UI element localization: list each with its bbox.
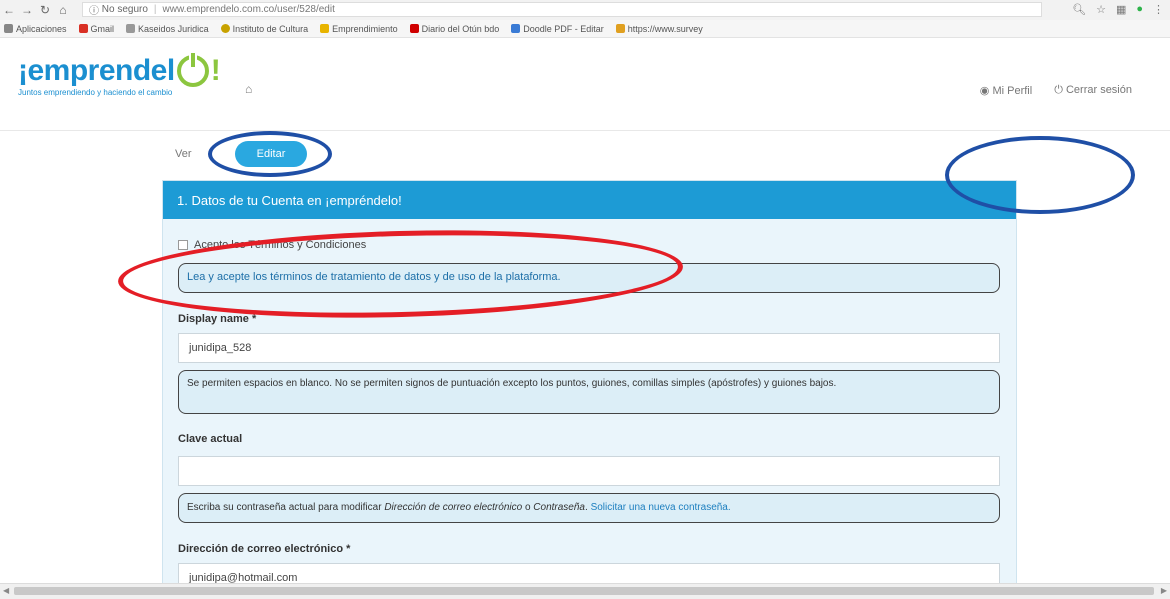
bookmark-gmail[interactable]: Gmail: [78, 24, 114, 34]
bookmark-instituto[interactable]: Instituto de Cultura: [220, 24, 308, 34]
folder-icon: [320, 24, 330, 33]
account-panel: 1. Datos de tu Cuenta en ¡empréndelo! Ac…: [162, 180, 1017, 598]
scroll-left-icon[interactable]: ◀: [3, 586, 9, 595]
current-password-label: Clave actual: [178, 433, 243, 445]
scroll-right-icon[interactable]: ▶: [1161, 586, 1167, 595]
forward-icon[interactable]: →: [18, 3, 36, 17]
bookmark-diario[interactable]: Diario del Otún bdo: [409, 24, 499, 34]
extension-dot-icon[interactable]: ●: [1136, 3, 1143, 16]
logo-tagline: Juntos emprendiendo y haciendo el cambio: [18, 88, 173, 97]
site-icon: [511, 24, 521, 33]
terms-row: Acepto los Términos y Condiciones: [178, 239, 1000, 251]
email-label: Dirección de correo electrónico *: [178, 543, 351, 555]
browser-toolbar: ← → ↻ ⌂ ⓘ No seguro | www.emprendelo.com…: [0, 0, 1170, 21]
current-password-help: Escriba su contraseña actual para modifi…: [178, 493, 1000, 523]
url-text: www.emprendelo.com.co/user/528/edit: [162, 4, 335, 15]
bookmark-survey[interactable]: https://www.survey: [615, 24, 703, 34]
terms-label[interactable]: Acepto los Términos y Condiciones: [194, 239, 366, 251]
star-icon[interactable]: ☆: [1096, 3, 1106, 16]
extension-icon[interactable]: ▦: [1116, 3, 1126, 16]
home-nav-icon[interactable]: ⌂: [54, 3, 72, 17]
power-icon: [176, 51, 209, 87]
site-icon: [409, 24, 419, 33]
home-icon[interactable]: ⌂: [245, 82, 252, 96]
display-name-input[interactable]: junidipa_528: [178, 333, 1000, 363]
scrollbar-thumb[interactable]: [14, 587, 1154, 595]
display-name-label: Display name *: [178, 313, 257, 325]
display-name-help: Se permiten espacios en blanco. No se pe…: [178, 370, 1000, 414]
current-password-input[interactable]: [178, 456, 1000, 486]
tab-ver[interactable]: Ver: [175, 148, 192, 160]
bookmarks-bar: Aplicaciones Gmail Kaseidos Juridica Ins…: [0, 20, 1170, 38]
bookmark-emprendimiento[interactable]: Emprendimiento: [320, 24, 398, 34]
menu-icon[interactable]: ⋮: [1153, 3, 1164, 16]
bookmark-doodle[interactable]: Doodle PDF - Editar: [511, 24, 604, 34]
browser-actions: 🔍︎ ☆ ▦ ● ⋮: [1072, 3, 1164, 16]
user-icon: ◉: [979, 85, 990, 97]
apps-icon: [4, 24, 13, 33]
reload-icon[interactable]: ↻: [36, 3, 54, 17]
horizontal-scrollbar[interactable]: ◀ ▶: [0, 583, 1170, 599]
site-header: ¡emprendel! Juntos emprendiendo y hacien…: [0, 38, 1170, 131]
request-password-link[interactable]: Solicitar una nueva contraseña.: [591, 502, 731, 513]
profile-link[interactable]: ◉ Mi Perfil: [980, 84, 1032, 97]
bookmark-kaseidos[interactable]: Kaseidos Juridica: [126, 24, 209, 34]
logo-text: ¡emprendel: [18, 54, 175, 87]
panel-title: 1. Datos de tu Cuenta en ¡empréndelo!: [163, 181, 1016, 219]
logout-link[interactable]: ⏻ Cerrar sesión: [1054, 84, 1132, 97]
logo-suffix: !: [210, 54, 221, 87]
site-logo[interactable]: ¡emprendel! Juntos emprendiendo y hacien…: [18, 51, 221, 97]
gmail-icon: [78, 24, 88, 33]
address-bar[interactable]: ⓘ No seguro | www.emprendelo.com.co/user…: [82, 2, 1042, 17]
security-label: No seguro: [101, 4, 148, 15]
site-icon: [220, 24, 230, 33]
url-separator: |: [153, 4, 157, 15]
bookmark-apps[interactable]: Aplicaciones: [4, 24, 67, 34]
back-icon[interactable]: ←: [0, 3, 18, 17]
header-links: ◉ Mi Perfil ⏻ Cerrar sesión: [980, 84, 1132, 97]
tab-editar[interactable]: Editar: [235, 141, 307, 167]
power-off-icon: ⏻: [1054, 84, 1063, 96]
page-icon: [126, 24, 136, 33]
zoom-icon[interactable]: 🔍︎: [1072, 3, 1086, 16]
info-icon: ⓘ: [89, 6, 99, 17]
site-icon: [615, 24, 625, 33]
terms-help: Lea y acepte los términos de tratamiento…: [178, 263, 1000, 293]
terms-checkbox[interactable]: [178, 240, 188, 250]
